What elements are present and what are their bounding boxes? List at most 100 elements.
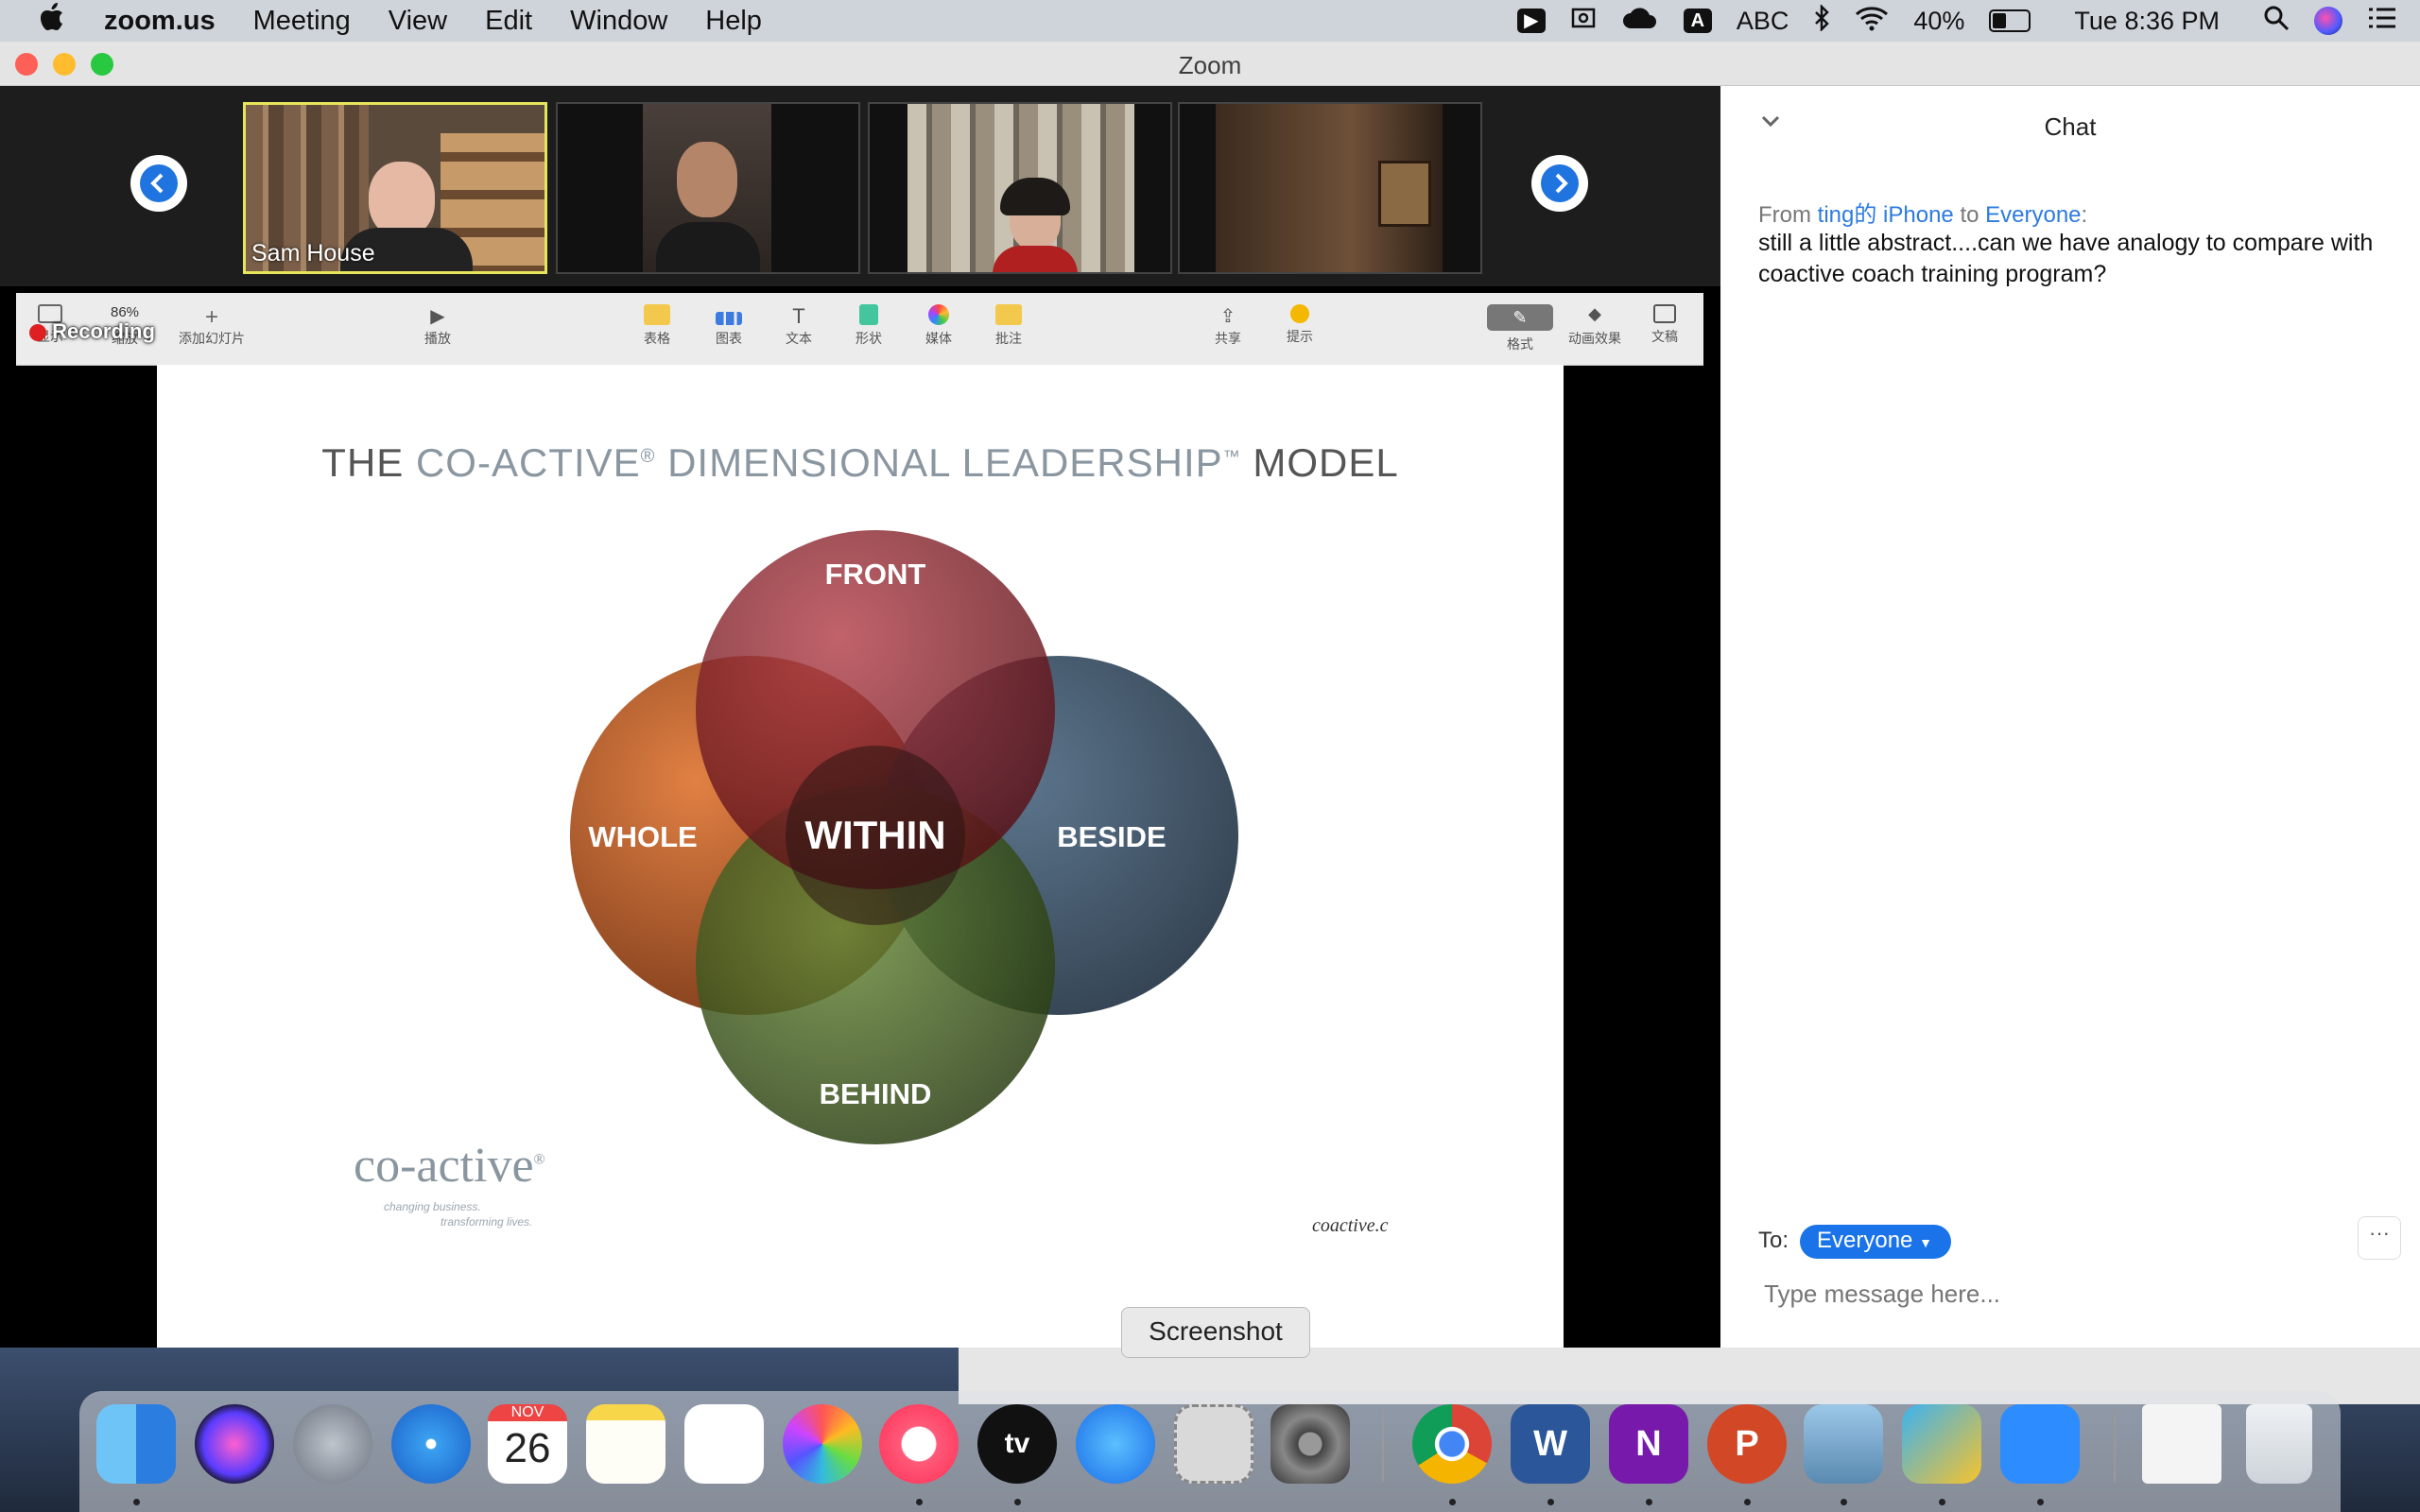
running-indicator xyxy=(133,1499,140,1505)
appletv-icon[interactable]: tv xyxy=(977,1404,1057,1484)
launchpad-icon[interactable] xyxy=(293,1404,372,1484)
play-icon: ▶ xyxy=(430,306,445,327)
preview-icon[interactable] xyxy=(1804,1404,1883,1484)
control-center-icon[interactable] xyxy=(2367,7,2397,36)
chat-recipient-dropdown[interactable]: Everyone ▼ xyxy=(1800,1225,1951,1259)
spotlight-search-icon[interactable] xyxy=(2263,5,2290,38)
word-icon[interactable]: W xyxy=(1511,1404,1590,1484)
toolbar-media-button[interactable]: 媒体 xyxy=(925,304,952,348)
clock[interactable]: Tue 8:36 PM xyxy=(2074,7,2220,36)
siri-app-icon[interactable] xyxy=(195,1404,274,1484)
running-indicator xyxy=(1014,1499,1021,1505)
menu-edit[interactable]: Edit xyxy=(466,6,551,37)
next-page-button[interactable] xyxy=(1531,155,1588,212)
calendar-icon[interactable]: NOV 26 xyxy=(488,1404,567,1484)
presentation-slide: THE CO-ACTIVE® DIMENSIONAL LEADERSHIP™ M… xyxy=(157,365,1564,1348)
table-icon xyxy=(644,304,670,325)
leadership-venn-diagram: FRONT WHOLE WITHIN BESIDE BEHIND xyxy=(570,530,1238,1144)
photos-icon[interactable] xyxy=(783,1404,862,1484)
comment-icon xyxy=(995,304,1022,325)
chat-message-input[interactable] xyxy=(1762,1279,2333,1310)
reminders-icon[interactable] xyxy=(684,1404,764,1484)
wifi-icon[interactable] xyxy=(1855,5,1889,38)
menu-view[interactable]: View xyxy=(370,6,466,37)
toolbar-table-button[interactable]: 表格 xyxy=(644,304,670,348)
toolbar-chart-label: 图表 xyxy=(716,331,742,346)
toolbar-share-button[interactable]: ⇪ 共享 xyxy=(1215,304,1241,348)
logo-registered: ® xyxy=(533,1151,545,1168)
zoom-status-icon[interactable]: ▶ xyxy=(1516,9,1546,33)
safari-icon[interactable] xyxy=(391,1404,471,1484)
screenshot-status-icon[interactable] xyxy=(1570,5,1597,38)
toolbar-animate-button[interactable]: ◆ 动画效果 xyxy=(1568,304,1621,348)
chat-panel: Chat From ting的 iPhone to Everyone: stil… xyxy=(1720,86,2420,1348)
participant-body xyxy=(993,246,1078,272)
text-icon: T xyxy=(792,304,805,328)
apple-menu-icon[interactable] xyxy=(0,3,85,39)
recording-label: Recording xyxy=(52,319,155,343)
recent-document-icon[interactable] xyxy=(2142,1404,2221,1484)
toolbar-animate-label: 动画效果 xyxy=(1568,331,1621,346)
menu-window[interactable]: Window xyxy=(551,6,686,37)
zoom-app-icon[interactable] xyxy=(2000,1404,2080,1484)
recording-indicator[interactable]: Recording xyxy=(29,319,155,344)
battery-percent[interactable]: 40% xyxy=(1913,7,1964,36)
from-label: From xyxy=(1758,202,1811,228)
toolbar-add-slide-label: 添加幻灯片 xyxy=(179,331,245,346)
record-dot-icon xyxy=(29,324,46,342)
running-indicator xyxy=(1744,1499,1751,1505)
participant-video-4[interactable] xyxy=(1178,102,1482,274)
toolbar-format-button[interactable]: ✎ 格式 xyxy=(1487,304,1553,353)
notes-icon[interactable] xyxy=(586,1404,666,1484)
share-icon: ⇪ xyxy=(1219,306,1236,327)
previous-page-button[interactable] xyxy=(130,155,187,212)
trash-icon[interactable] xyxy=(2246,1404,2312,1484)
bluetooth-icon[interactable] xyxy=(1813,3,1830,38)
toolbar-text-button[interactable]: T 文本 xyxy=(786,304,812,348)
battery-icon[interactable] xyxy=(1989,9,2031,32)
participant-video-1[interactable]: Sam House xyxy=(243,102,547,274)
toolbar-document-button[interactable]: 文稿 xyxy=(1651,304,1678,346)
meta-colon: : xyxy=(2081,202,2088,228)
document-icon xyxy=(1653,304,1676,323)
chat-recipient-link[interactable]: Everyone xyxy=(1985,202,2081,228)
toolbar-comment-button[interactable]: 批注 xyxy=(995,304,1022,348)
toolbar-shape-button[interactable]: 形状 xyxy=(856,304,882,348)
window-titlebar: Zoom xyxy=(0,42,2420,86)
input-source-label[interactable]: ABC xyxy=(1737,7,1789,36)
onenote-icon[interactable]: N xyxy=(1609,1404,1688,1484)
music-icon[interactable] xyxy=(879,1404,959,1484)
toolbar-share-label: 共享 xyxy=(1215,331,1241,346)
chart-icon xyxy=(716,312,742,325)
to-word: to xyxy=(1960,202,1979,228)
toolbar-chart-button[interactable]: 图表 xyxy=(716,304,742,348)
chrome-icon[interactable] xyxy=(1412,1404,1492,1484)
participant-video-2[interactable] xyxy=(556,102,860,274)
siri-icon[interactable] xyxy=(2314,7,2342,35)
toolbar-tips-button[interactable]: 提示 xyxy=(1287,304,1313,346)
screenshot-app-icon[interactable] xyxy=(1174,1404,1253,1484)
image-search-icon[interactable] xyxy=(1902,1404,1981,1484)
app-menu-zoom[interactable]: zoom.us xyxy=(85,6,234,37)
participant-video-3[interactable] xyxy=(868,102,1172,274)
chat-more-button[interactable]: ··· xyxy=(2358,1216,2401,1260)
menu-bar: zoom.us Meeting View Edit Window Help ▶ … xyxy=(0,0,2420,42)
input-source-icon[interactable]: A xyxy=(1683,9,1712,33)
menu-help[interactable]: Help xyxy=(686,6,781,37)
toolbar-play-button[interactable]: ▶ 播放 xyxy=(424,304,451,348)
toolbar-add-slide-button[interactable]: + 添加幻灯片 xyxy=(179,304,245,348)
powerpoint-icon[interactable]: P xyxy=(1707,1404,1787,1484)
participant-face xyxy=(369,162,435,237)
menu-meeting[interactable]: Meeting xyxy=(234,6,370,37)
cloud-icon[interactable] xyxy=(1621,6,1659,37)
coactive-logo: co-active® xyxy=(354,1138,545,1194)
app-store-icon[interactable] xyxy=(1076,1404,1155,1484)
chat-sender-link[interactable]: ting的 iPhone xyxy=(1818,202,1954,228)
chat-header: Chat xyxy=(2044,112,2097,141)
running-indicator xyxy=(916,1499,923,1505)
shape-icon xyxy=(859,304,878,325)
system-preferences-icon[interactable] xyxy=(1270,1404,1350,1484)
running-indicator xyxy=(1646,1499,1652,1505)
animate-icon: ◆ xyxy=(1588,304,1601,323)
finder-icon[interactable] xyxy=(96,1404,176,1484)
